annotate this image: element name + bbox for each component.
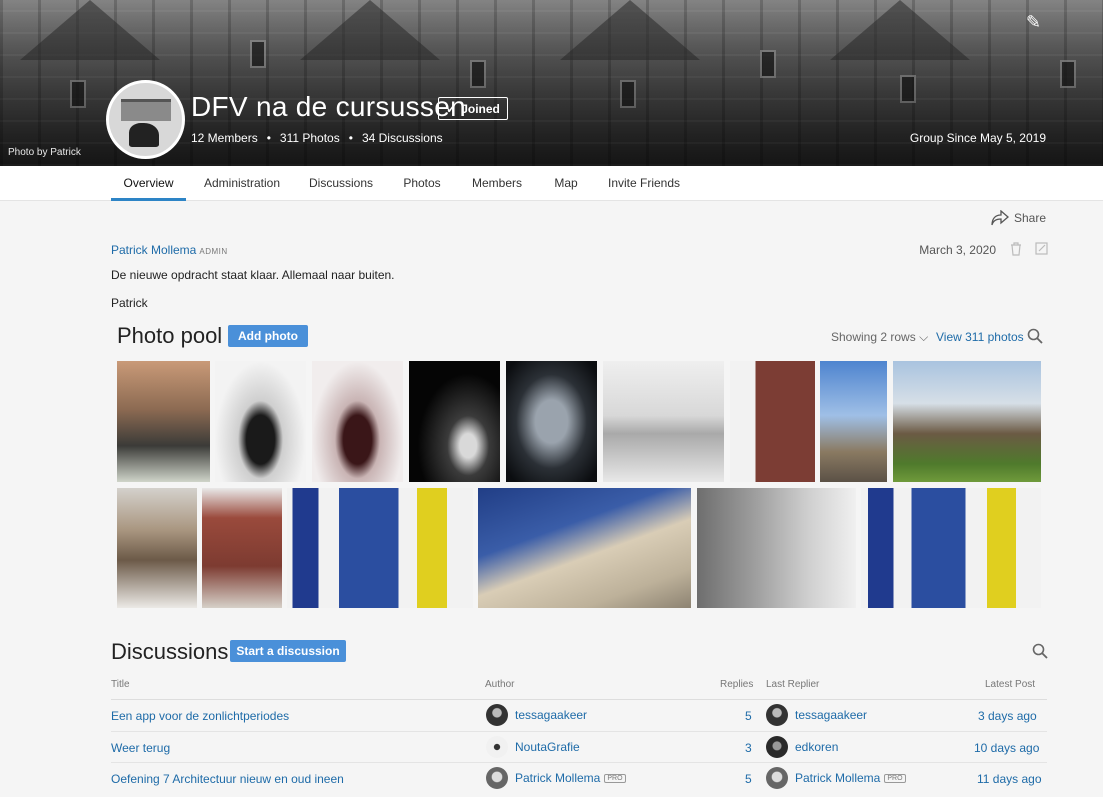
replies-count[interactable]: 3: [745, 741, 752, 755]
joined-label: Joined: [461, 101, 500, 116]
photos-count[interactable]: 311 Photos: [280, 131, 340, 145]
joined-button[interactable]: ✓ Joined: [438, 97, 508, 120]
edit-post-icon[interactable]: [1035, 242, 1048, 258]
post-author: Patrick Mollema ADMIN: [111, 243, 228, 257]
photo-credit: Photo by Patrick: [8, 147, 81, 158]
latest-post-link[interactable]: 3 days ago: [978, 709, 1037, 723]
post-body: De nieuwe opdracht staat klaar. Allemaal…: [111, 268, 395, 282]
photo-thumbnail[interactable]: [506, 361, 597, 482]
avatar-figure: [129, 123, 159, 147]
tab-members[interactable]: Members: [465, 166, 529, 201]
avatar[interactable]: [766, 767, 788, 789]
column-header-replies: Replies: [720, 679, 754, 690]
last-replier-cell: Patrick Mollema PRO: [795, 771, 906, 785]
avatar[interactable]: [766, 736, 788, 758]
post-author-link[interactable]: Patrick Mollema: [111, 243, 196, 257]
latest-post-link[interactable]: 11 days ago: [977, 772, 1042, 786]
table-header-divider: [111, 699, 1047, 700]
photo-thumbnail[interactable]: [287, 488, 473, 608]
stat-separator: •: [266, 131, 271, 145]
tab-overview[interactable]: Overview: [111, 166, 186, 201]
photo-thumbnail[interactable]: [730, 361, 815, 482]
chevron-down-icon: ⌵: [919, 330, 929, 344]
admin-badge: ADMIN: [199, 247, 228, 256]
photo-thumbnail[interactable]: [117, 488, 197, 608]
photo-thumbnail[interactable]: [409, 361, 500, 482]
pro-badge: PRO: [884, 774, 906, 783]
column-header-last-replier: Last Replier: [766, 679, 820, 690]
column-header-latest-post: Latest Post: [985, 679, 1036, 690]
photo-thumbnail[interactable]: [603, 361, 724, 482]
group-since: Group Since May 5, 2019: [909, 131, 1046, 145]
discussions-count[interactable]: 34 Discussions: [362, 131, 443, 145]
row-divider: [111, 731, 1047, 732]
author-link[interactable]: NoutaGrafie: [515, 740, 580, 754]
photo-thumbnail[interactable]: [312, 361, 403, 482]
group-nav: Overview Administration Discussions Phot…: [0, 166, 1103, 201]
avatar[interactable]: [486, 767, 508, 789]
share-icon: [991, 210, 1009, 226]
column-header-author: Author: [485, 679, 515, 690]
group-avatar: [106, 80, 185, 159]
photo-thumbnail[interactable]: [893, 361, 1041, 482]
edit-cover-icon[interactable]: ✎: [1026, 12, 1041, 33]
replies-count[interactable]: 5: [745, 709, 752, 723]
tab-administration[interactable]: Administration: [198, 166, 286, 201]
group-stats: 12 Members • 311 Photos • 34 Discussions: [191, 131, 443, 145]
avatar-building: [121, 99, 171, 121]
avatar[interactable]: [486, 736, 508, 758]
members-count[interactable]: 12 Members: [191, 131, 258, 145]
share-button[interactable]: Share: [991, 210, 1046, 226]
discussion-title-link[interactable]: Oefening 7 Architectuur nieuw en oud ine…: [111, 772, 344, 786]
discussion-title-link[interactable]: Weer terug: [111, 741, 170, 755]
photo-thumbnail[interactable]: [861, 488, 1041, 608]
avatar[interactable]: [766, 704, 788, 726]
search-icon[interactable]: [1032, 643, 1048, 659]
trash-icon[interactable]: [1010, 242, 1022, 259]
photo-thumbnail[interactable]: [215, 361, 306, 482]
discussion-title-link[interactable]: Een app voor de zonlichtperiodes: [111, 709, 289, 723]
view-all-photos-link[interactable]: View 311 photos: [936, 330, 1024, 344]
photo-thumbnail[interactable]: [697, 488, 856, 608]
row-divider: [111, 762, 1047, 763]
search-icon[interactable]: [1027, 328, 1043, 344]
photo-pool-title: Photo pool: [117, 323, 223, 348]
rows-selector-label: Showing 2 rows: [831, 330, 916, 344]
author-link[interactable]: Patrick Mollema: [515, 771, 600, 785]
discussions-title: Discussions: [111, 639, 229, 664]
last-replier-link[interactable]: Patrick Mollema: [795, 771, 880, 785]
rows-selector[interactable]: Showing 2 rows ⌵: [831, 330, 928, 345]
author-link[interactable]: tessagaakeer: [515, 708, 587, 722]
avatar[interactable]: [486, 704, 508, 726]
photo-thumbnail[interactable]: [820, 361, 887, 482]
start-discussion-button[interactable]: Start a discussion: [230, 640, 346, 662]
tab-map[interactable]: Map: [546, 166, 586, 201]
photo-thumbnail[interactable]: [117, 361, 210, 482]
post-signature: Patrick: [111, 296, 148, 310]
tab-discussions[interactable]: Discussions: [303, 166, 379, 201]
latest-post-link[interactable]: 10 days ago: [974, 741, 1039, 755]
tab-photos[interactable]: Photos: [396, 166, 448, 201]
replies-count[interactable]: 5: [745, 772, 752, 786]
photo-thumbnail[interactable]: [478, 488, 691, 608]
check-icon: ✓: [446, 101, 457, 116]
photo-thumbnail[interactable]: [202, 488, 282, 608]
add-photo-button[interactable]: Add photo: [228, 325, 308, 347]
column-header-title: Title: [111, 679, 130, 690]
tab-invite-friends[interactable]: Invite Friends: [603, 166, 685, 201]
last-replier-link[interactable]: edkoren: [795, 740, 838, 754]
last-replier-link[interactable]: tessagaakeer: [795, 708, 867, 722]
group-title: DFV na de cursussen: [191, 91, 466, 122]
pro-badge: PRO: [604, 774, 626, 783]
post-date: March 3, 2020: [919, 243, 996, 257]
stat-separator: •: [348, 131, 353, 145]
author-cell: Patrick Mollema PRO: [515, 771, 626, 785]
share-label: Share: [1013, 211, 1046, 225]
